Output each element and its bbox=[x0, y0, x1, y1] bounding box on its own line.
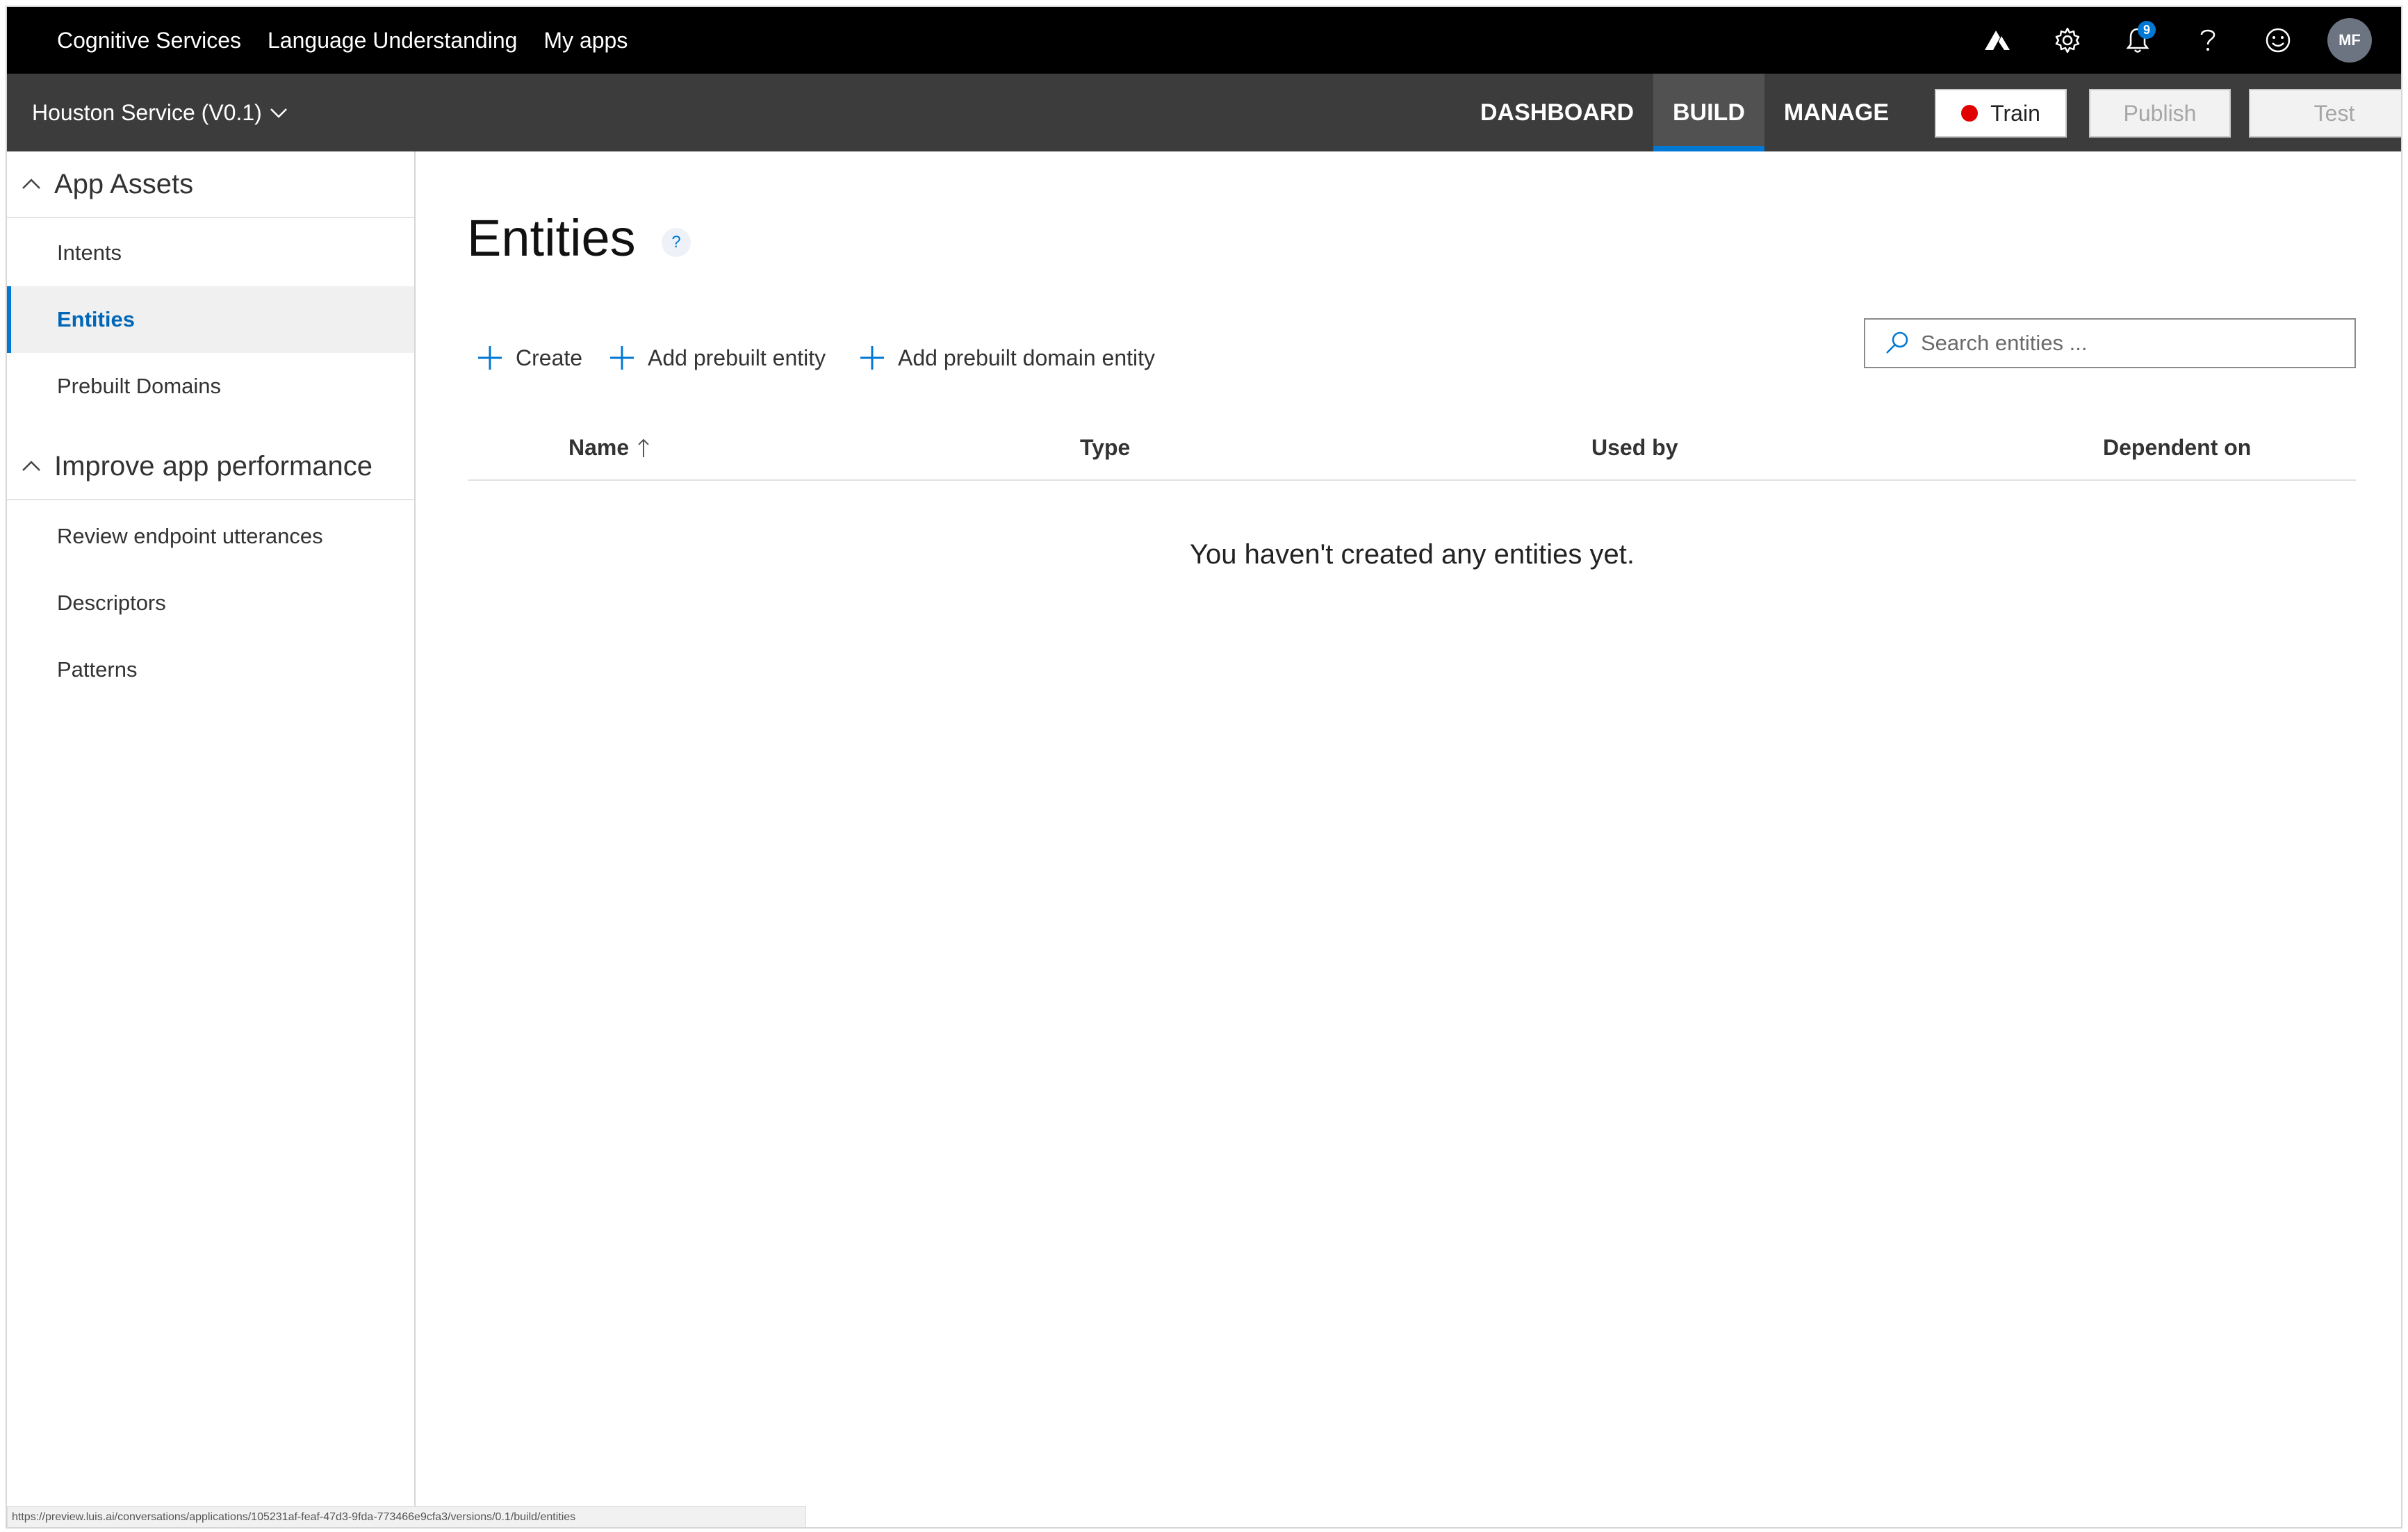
section-title: Improve app performance bbox=[54, 450, 373, 481]
sidebar-item-entities[interactable]: Entities bbox=[7, 286, 414, 353]
bell-icon[interactable]: 9 bbox=[2117, 19, 2159, 61]
create-button[interactable]: Create bbox=[477, 340, 582, 375]
primary-tabs: DASHBOARD BUILD MANAGE bbox=[1461, 74, 1908, 151]
add-prebuilt-domain-entity-label: Add prebuilt domain entity bbox=[898, 345, 1155, 370]
smiley-icon[interactable] bbox=[2257, 19, 2299, 61]
train-label: Train bbox=[1990, 100, 2040, 126]
user-avatar[interactable]: MF bbox=[2327, 18, 2372, 63]
section-improve-performance[interactable]: Improve app performance bbox=[7, 434, 414, 500]
tab-manage[interactable]: MANAGE bbox=[1764, 74, 1908, 151]
column-dependent-on[interactable]: Dependent on bbox=[2103, 435, 2251, 461]
column-name-label: Name bbox=[568, 435, 630, 460]
app-version-switcher[interactable]: Houston Service (V0.1) bbox=[32, 74, 288, 151]
empty-state-message: You haven't created any entities yet. bbox=[1190, 539, 1635, 570]
help-icon[interactable] bbox=[2187, 19, 2229, 61]
language-understanding-link[interactable]: Language Understanding bbox=[268, 7, 517, 74]
gear-icon[interactable] bbox=[2047, 19, 2088, 61]
sidebar: App Assets Intents Entities Prebuilt Dom… bbox=[7, 151, 416, 1527]
train-button[interactable]: Train bbox=[1935, 89, 2067, 138]
top-icons: 9 MF bbox=[1976, 7, 2401, 74]
plus-icon bbox=[610, 346, 634, 370]
page-title: Entities bbox=[467, 209, 636, 267]
cognitive-services-link[interactable]: Cognitive Services bbox=[57, 7, 241, 74]
train-status-dot bbox=[1961, 105, 1979, 122]
app-name: Houston Service (V0.1) bbox=[32, 99, 262, 125]
entities-table-header: Name Type Used by Dependent on bbox=[468, 424, 2356, 481]
search-input[interactable] bbox=[1921, 331, 2338, 356]
search-icon bbox=[1886, 331, 1908, 354]
create-label: Create bbox=[516, 345, 583, 370]
search-box[interactable] bbox=[1864, 318, 2356, 368]
help-question-icon[interactable]: ? bbox=[662, 228, 691, 257]
plus-icon bbox=[860, 346, 884, 370]
section-title: App Assets bbox=[54, 168, 194, 199]
tab-dashboard[interactable]: DASHBOARD bbox=[1461, 74, 1653, 151]
column-used-by[interactable]: Used by bbox=[1591, 435, 1678, 461]
chevron-up-icon bbox=[22, 461, 40, 471]
sidebar-item-prebuilt-domains[interactable]: Prebuilt Domains bbox=[7, 353, 414, 420]
top-links: Cognitive Services Language Understandin… bbox=[57, 7, 654, 74]
column-name[interactable]: Name bbox=[568, 435, 650, 461]
my-apps-link[interactable]: My apps bbox=[543, 7, 628, 74]
app-window: Cognitive Services Language Understandin… bbox=[6, 6, 2402, 1529]
sidebar-item-patterns[interactable]: Patterns bbox=[7, 636, 414, 703]
sort-ascending-icon bbox=[638, 438, 649, 457]
add-prebuilt-entity-button[interactable]: Add prebuilt entity bbox=[609, 340, 826, 375]
azure-icon[interactable] bbox=[1976, 19, 2018, 61]
status-bar-url: https://preview.luis.ai/conversations/ap… bbox=[7, 1506, 806, 1527]
sidebar-item-review-endpoint-utterances[interactable]: Review endpoint utterances bbox=[7, 503, 414, 570]
notification-badge: 9 bbox=[2138, 21, 2156, 39]
sidebar-item-intents[interactable]: Intents bbox=[7, 220, 414, 286]
app-header-bar: Houston Service (V0.1) DASHBOARD BUILD M… bbox=[7, 74, 2401, 151]
column-type[interactable]: Type bbox=[1080, 435, 1130, 461]
section-app-assets[interactable]: App Assets bbox=[7, 151, 414, 218]
add-prebuilt-entity-label: Add prebuilt entity bbox=[648, 345, 826, 370]
top-navigation-bar: Cognitive Services Language Understandin… bbox=[7, 7, 2401, 74]
sidebar-item-descriptors[interactable]: Descriptors bbox=[7, 570, 414, 636]
chevron-up-icon bbox=[22, 179, 40, 189]
tab-build[interactable]: BUILD bbox=[1653, 74, 1764, 151]
plus-icon bbox=[478, 346, 502, 370]
publish-button[interactable]: Publish bbox=[2089, 89, 2231, 138]
add-prebuilt-domain-entity-button[interactable]: Add prebuilt domain entity bbox=[859, 340, 1155, 375]
chevron-down-icon bbox=[270, 108, 287, 118]
test-button[interactable]: Test bbox=[2249, 89, 2401, 138]
